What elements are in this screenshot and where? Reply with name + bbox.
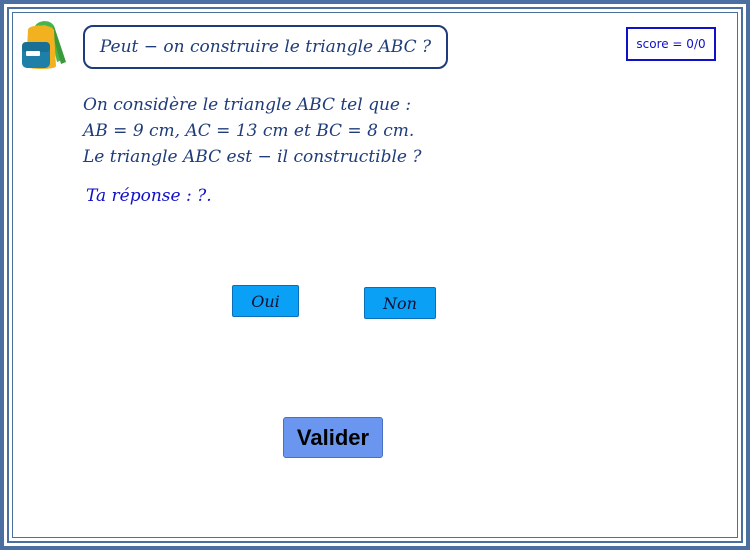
question-statement: On considère le triangle ABC tel que : A… — [83, 92, 421, 170]
non-button[interactable]: Non — [364, 287, 436, 319]
score-text: score = 0/0 — [636, 37, 706, 51]
question-title-text: Peut − on construire le triangle ABC ? — [99, 37, 432, 57]
non-button-label: Non — [383, 293, 417, 313]
backpack-icon — [16, 16, 68, 72]
validate-button-label: Valider — [296, 424, 370, 450]
inner-frame-line — [12, 12, 738, 538]
oui-button-label: Oui — [251, 291, 280, 311]
answer-display: Ta réponse : ?. — [86, 186, 212, 206]
question-line-2: AB = 9 cm, AC = 13 cm et BC = 8 cm. — [83, 121, 415, 141]
question-title: Peut − on construire le triangle ABC ? — [83, 25, 448, 69]
question-line-1: On considère le triangle ABC tel que : — [83, 95, 412, 115]
question-line-3: Le triangle ABC est − il constructible ? — [83, 147, 422, 167]
oui-button[interactable]: Oui — [232, 285, 299, 317]
score-display: score = 0/0 — [626, 27, 716, 61]
validate-button[interactable]: Valider — [283, 417, 383, 458]
